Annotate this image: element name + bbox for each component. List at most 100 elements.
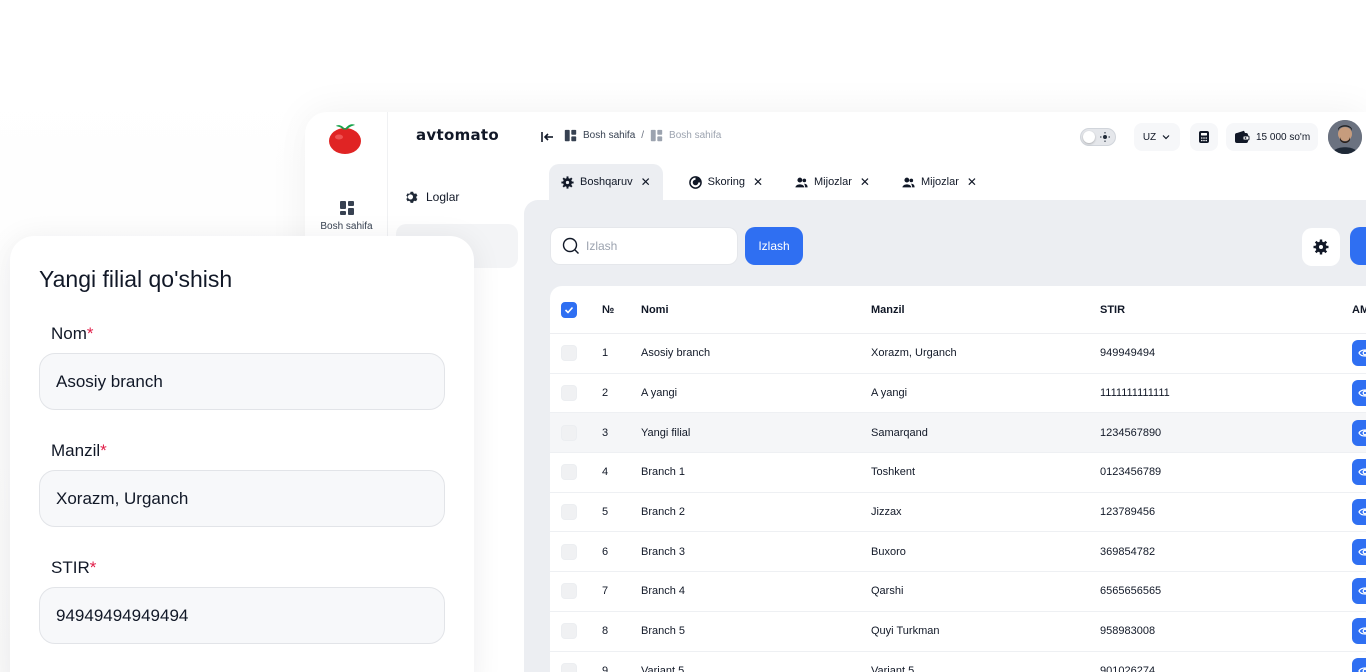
row-checkbox[interactable] [561, 424, 577, 441]
column-header-stir[interactable]: STIR [1100, 304, 1330, 316]
eye-icon [1358, 349, 1366, 357]
modal-title: Yangi filial qo'shish [39, 266, 233, 292]
stir-field[interactable] [39, 587, 445, 644]
user-photo-icon [1328, 120, 1362, 154]
gear-icon [406, 191, 418, 203]
collapse-sidebar-icon[interactable] [540, 130, 554, 144]
required-mark: * [89, 558, 97, 577]
tab-mijozlar[interactable]: Mijozlar ✕ [783, 164, 882, 200]
subnav-item-label: Loglar [426, 190, 460, 204]
tab-mijozlar-2[interactable]: Mijozlar ✕ [890, 164, 989, 200]
column-header-actions: AM [1352, 303, 1366, 316]
eye-icon [1358, 389, 1366, 397]
column-header-address[interactable]: Manzil [871, 304, 1100, 316]
calculator-button[interactable] [1190, 123, 1218, 151]
view-button[interactable] [1352, 538, 1366, 565]
eye-icon [1358, 667, 1366, 672]
eye-icon [1358, 429, 1366, 437]
cell-name: Branch 3 [641, 545, 686, 558]
brand-name: avtomato [416, 126, 500, 144]
view-button[interactable] [1352, 380, 1366, 407]
row-checkbox[interactable] [561, 583, 577, 600]
cell-address: Toshkent [871, 466, 916, 479]
column-header-no[interactable]: № [602, 304, 641, 316]
row-checkbox[interactable] [561, 345, 577, 362]
search-input[interactable]: Izlash [550, 227, 738, 265]
table-row[interactable]: 8 Branch 5 Quyi Turkman 958983008 [550, 612, 1366, 652]
subnav-item-logs[interactable]: Loglar [404, 190, 459, 204]
users-icon [795, 177, 808, 187]
close-icon[interactable]: ✕ [860, 175, 870, 189]
row-checkbox[interactable] [561, 662, 577, 672]
name-field[interactable] [39, 353, 445, 410]
wallet-icon [1235, 130, 1250, 143]
view-button[interactable] [1352, 340, 1366, 367]
eye-icon [1358, 468, 1366, 477]
view-button[interactable] [1352, 657, 1366, 672]
table-row[interactable]: 3 Yangi filial Samarqand 1234567890 [550, 413, 1366, 454]
cell-no: 3 [602, 426, 609, 439]
row-checkbox[interactable] [561, 504, 577, 521]
table-row[interactable]: 6 Branch 3 Buxoro 369854782 [550, 532, 1366, 573]
balance-value: 15 000 so'm [1256, 131, 1311, 143]
view-button[interactable] [1352, 618, 1366, 645]
row-checkbox[interactable] [561, 464, 577, 481]
row-checkbox-cell [550, 662, 602, 672]
gear-icon [1313, 239, 1329, 255]
select-all-checkbox[interactable] [561, 301, 577, 318]
view-button[interactable] [1352, 459, 1366, 486]
cell-no: 7 [602, 585, 609, 598]
table-row[interactable]: 7 Branch 4 Qarshi 6565656565 [550, 572, 1366, 612]
sidebar-item-label: Bosh sahifa [320, 221, 373, 232]
table-row[interactable]: 4 Branch 1 Toshkent 0123456789 [550, 453, 1366, 493]
cell-address: Xorazm, Urganch [871, 347, 957, 360]
sidebar-item-dashboard[interactable]: Bosh sahifa [305, 200, 388, 232]
stir-label-text: STIR [51, 558, 90, 577]
row-checkbox[interactable] [561, 385, 577, 402]
table-row[interactable]: 2 A yangi A yangi 1111111111111 [550, 374, 1366, 414]
table-row[interactable]: 5 Branch 2 Jizzax 123789456 [550, 493, 1366, 533]
theme-toggle[interactable] [1080, 128, 1116, 146]
eye-icon [1358, 587, 1366, 596]
cell-name: Asosiy branch [641, 347, 711, 360]
language-select[interactable]: UZ [1134, 123, 1180, 151]
view-button[interactable] [1352, 419, 1366, 446]
row-checkbox-cell [550, 464, 602, 481]
address-field[interactable] [39, 470, 445, 527]
tab-label: Skoring [707, 176, 745, 188]
table-row[interactable]: 9 Variant 5 Variant 5 901026274 [550, 652, 1366, 672]
tab-label: Boshqaruv [580, 176, 633, 188]
balance-button[interactable]: 15 000 so'm [1226, 123, 1318, 151]
cell-no: 6 [602, 545, 609, 558]
table-row[interactable]: 1 Asosiy branch Xorazm, Urganch 949949494 [550, 334, 1366, 374]
column-header-name[interactable]: Nomi [641, 304, 871, 316]
close-icon[interactable]: ✕ [967, 175, 977, 189]
add-button[interactable] [1350, 227, 1366, 265]
breadcrumb-item[interactable]: Bosh sahifa [583, 130, 635, 141]
row-checkbox[interactable] [561, 543, 577, 560]
view-button[interactable] [1352, 499, 1366, 526]
view-button[interactable] [1352, 578, 1366, 605]
tomato-logo-icon[interactable] [327, 120, 363, 156]
main-content: Izlash Izlash № Nomi Manzil STIR AM 1 As… [524, 200, 1366, 672]
search-icon [562, 237, 579, 254]
dashboard-icon [650, 129, 663, 142]
tab-skoring[interactable]: Skoring ✕ [677, 164, 775, 200]
cell-name: A yangi [641, 387, 678, 400]
cell-stir: 6565656565 [1100, 585, 1162, 598]
cell-address: Buxoro [871, 545, 906, 558]
tab-boshqaruv[interactable]: Boshqaruv ✕ [549, 164, 663, 200]
close-icon[interactable]: ✕ [641, 175, 651, 189]
row-checkbox[interactable] [561, 623, 577, 640]
cell-address: Qarshi [871, 585, 904, 598]
dashboard-icon [339, 201, 354, 215]
cell-name: Variant 5 [641, 664, 685, 672]
row-checkbox-cell [550, 504, 602, 521]
search-button[interactable]: Izlash [745, 227, 803, 265]
row-checkbox-cell [550, 623, 602, 640]
table-settings-button[interactable] [1302, 228, 1340, 266]
avatar[interactable] [1328, 120, 1362, 154]
cell-address: Jizzax [871, 506, 902, 519]
calculator-icon [1199, 131, 1209, 143]
close-icon[interactable]: ✕ [753, 175, 763, 189]
